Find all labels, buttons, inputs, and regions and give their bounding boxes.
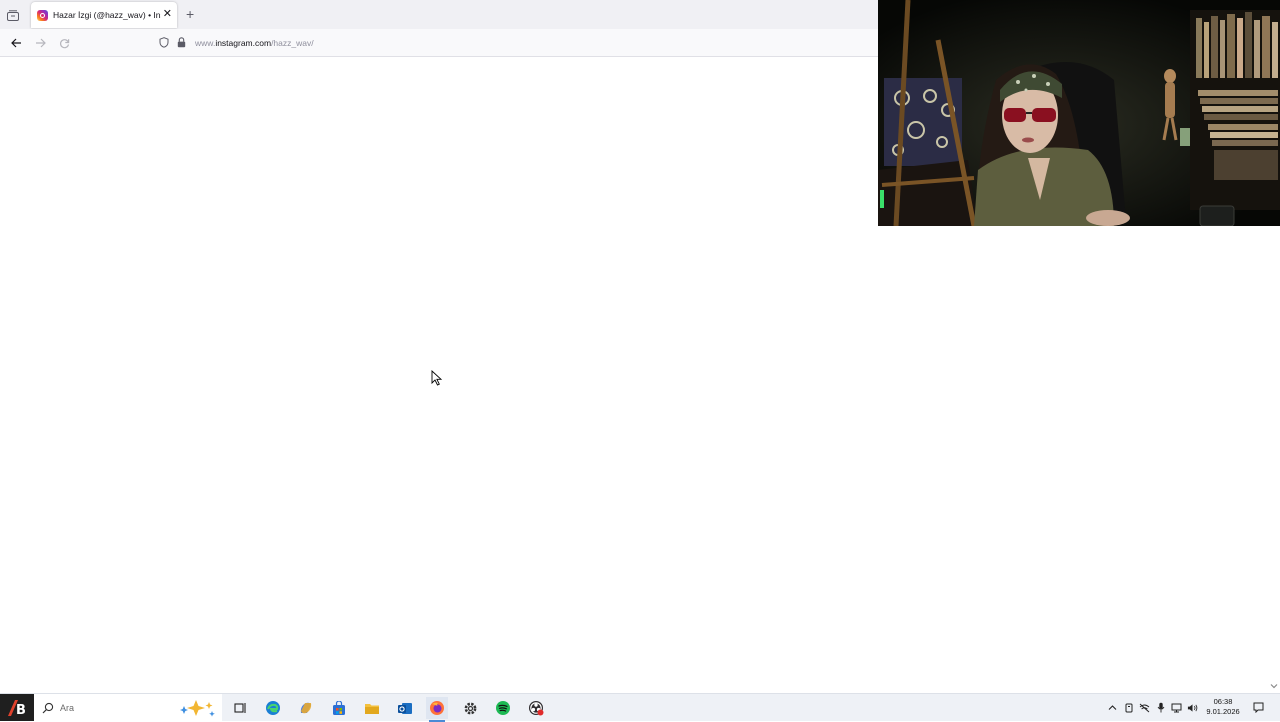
network-disconnected-icon[interactable]	[1139, 702, 1150, 713]
taskbar: B Ara 06:38 9.01.2026	[0, 693, 1280, 722]
device-tray-icon[interactable]	[1123, 702, 1134, 713]
spotify-icon[interactable]	[492, 697, 514, 719]
store-icon[interactable]	[328, 697, 350, 719]
notification-center-icon[interactable]	[1253, 702, 1264, 713]
clock-time: 06:38	[1213, 697, 1233, 706]
search-highlight-sparkle-icon	[180, 700, 215, 717]
microphone-icon[interactable]	[1155, 702, 1166, 713]
file-explorer-icon[interactable]	[361, 697, 383, 719]
display-network-icon[interactable]	[1171, 702, 1182, 713]
url-path: /hazz_wav/	[271, 37, 314, 48]
back-arrow-icon[interactable]	[7, 34, 25, 52]
search-placeholder: Ara	[60, 702, 75, 713]
forward-arrow-icon[interactable]	[31, 34, 49, 52]
taskbar-search-box[interactable]: Ara	[34, 694, 222, 721]
scroll-down-icon[interactable]	[1270, 682, 1278, 690]
browser-tab[interactable]: Hazar İzgi (@hazz_wav) • Instag ✕	[31, 2, 177, 28]
reload-icon[interactable]	[55, 34, 73, 52]
search-icon	[42, 702, 54, 713]
new-tab-button[interactable]: +	[186, 7, 194, 21]
close-tab-icon[interactable]: ✕	[163, 8, 172, 20]
svg-text:B: B	[16, 703, 26, 717]
url-host: instagram.com	[215, 37, 272, 48]
edge-icon[interactable]	[262, 697, 284, 719]
outlook-icon[interactable]	[394, 697, 416, 719]
task-view-icon[interactable]	[229, 697, 251, 719]
system-clock[interactable]: 06:38 9.01.2026	[1200, 697, 1246, 717]
tab-list-icon[interactable]	[5, 7, 21, 23]
webcam-video-frame	[878, 0, 1280, 226]
start-logo-icon: B	[8, 699, 26, 717]
mouse-cursor-icon	[431, 370, 443, 386]
volume-icon[interactable]	[1187, 702, 1198, 713]
clock-date: 9.01.2026	[1206, 707, 1240, 716]
chevron-up-icon[interactable]	[1107, 702, 1118, 713]
start-button[interactable]: B	[0, 694, 34, 721]
tracking-protection-shield-icon[interactable]	[158, 37, 170, 49]
obs-icon[interactable]	[525, 697, 547, 719]
url-text[interactable]: www.instagram.com/hazz_wav/	[195, 38, 314, 48]
webcam-overlay	[878, 0, 1280, 226]
tab-title: Hazar İzgi (@hazz_wav) • Instag	[53, 10, 161, 20]
firefox-icon[interactable]	[426, 697, 448, 722]
settings-icon[interactable]	[459, 697, 481, 719]
url-bar[interactable]: www.instagram.com/hazz_wav/	[152, 32, 872, 53]
instagram-icon	[37, 9, 48, 21]
lock-icon[interactable]	[175, 37, 187, 49]
copilot-icon[interactable]	[295, 697, 317, 719]
url-prefix: www.	[195, 37, 216, 48]
